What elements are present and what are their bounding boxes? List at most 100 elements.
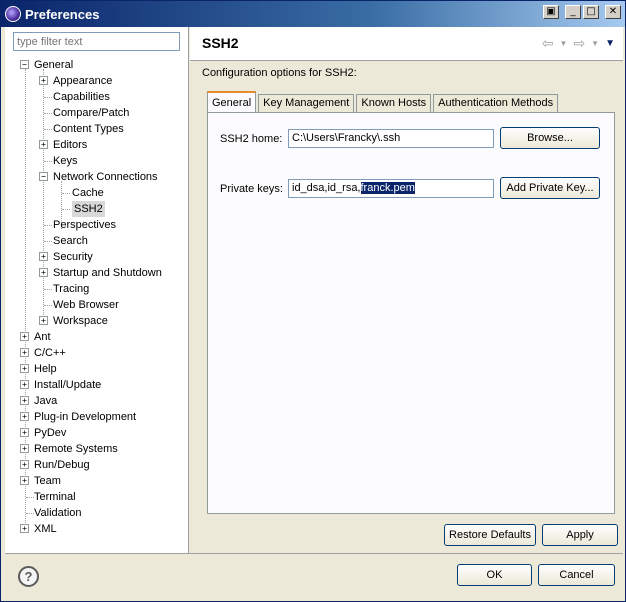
tree-item-xml[interactable]: + XML [5,521,185,537]
tab-general[interactable]: General [207,91,257,113]
tree-item-run-debug[interactable]: + Run/Debug [5,457,185,473]
tab-authentication-methods[interactable]: Authentication Methods [433,94,559,113]
ok-button[interactable]: OK [457,564,532,586]
page-title: SSH2 [202,35,239,51]
expand-icon[interactable]: + [39,252,48,261]
expand-icon[interactable]: + [20,396,29,405]
tree-item-startup-shutdown[interactable]: + Startup and Shutdown [5,265,185,281]
tree-item-web-browser[interactable]: Web Browser [5,297,185,313]
collapse-icon[interactable]: − [39,172,48,181]
expand-icon[interactable]: + [20,332,29,341]
expand-icon[interactable]: + [20,524,29,533]
tree-item-appearance[interactable]: + Appearance [5,73,185,89]
tab-bar: General Key Management Known Hosts Authe… [207,89,560,113]
collapse-icon[interactable]: − [20,60,29,69]
back-arrow-icon[interactable]: ⇦ [542,35,554,52]
preference-tree-panel: − General + Appearance Capabilities Comp… [5,27,189,553]
tree-item-terminal[interactable]: Terminal [5,489,185,505]
tree-item-cpp[interactable]: + C/C++ [5,345,185,361]
page-header: SSH2 ⇦ ▼ ⇨ ▼ ▼ [190,27,623,61]
tree-line [44,225,52,226]
filter-input[interactable] [13,32,180,51]
tree-line [44,241,52,242]
back-dropdown-icon[interactable]: ▼ [560,39,568,52]
expand-icon[interactable]: + [39,268,48,277]
tree-item-cache[interactable]: Cache [5,185,185,201]
tree-item-content-types[interactable]: Content Types [5,121,185,137]
preferences-window: Preferences ▣ _ □ ✕ − General + Appearan… [0,0,626,602]
tree-item-editors[interactable]: + Editors [5,137,185,153]
expand-icon[interactable]: + [39,140,48,149]
browse-button[interactable]: Browse... [500,127,600,149]
cancel-button[interactable]: Cancel [538,564,615,586]
tree-item-tracing[interactable]: Tracing [5,281,185,297]
tree-item-ssh2[interactable]: SSH2 [5,201,185,217]
tree-line [44,289,52,290]
apply-button[interactable]: Apply [542,524,618,546]
add-private-key-button[interactable]: Add Private Key... [500,177,600,199]
tree-item-capabilities[interactable]: Capabilities [5,89,185,105]
tab-key-management[interactable]: Key Management [258,94,355,113]
private-keys-selected-text: franck.pem [360,182,415,194]
expand-icon[interactable]: + [20,428,29,437]
tree-item-team[interactable]: + Team [5,473,185,489]
help-context-icon[interactable]: ▣ [543,5,559,19]
expand-icon[interactable]: + [39,316,48,325]
tree-line [26,513,34,514]
window-title: Preferences [25,6,100,22]
tree-item-workspace[interactable]: + Workspace [5,313,185,329]
view-menu-icon[interactable]: ▼ [605,38,615,52]
expand-icon[interactable]: + [20,380,29,389]
tree-line [44,305,52,306]
private-keys-text: id_dsa,id_rsa, [292,182,361,194]
window-controls: ▣ _ □ ✕ [543,5,621,19]
tree-item-compare-patch[interactable]: Compare/Patch [5,105,185,121]
expand-icon[interactable]: + [20,476,29,485]
tree-line [44,129,52,130]
ssh2-home-label: SSH2 home: [220,133,283,145]
button-bar-separator [5,553,623,554]
title-bar[interactable]: Preferences ▣ _ □ ✕ [1,1,625,27]
general-tab-panel: SSH2 home: C:\Users\Francky\.ssh Browse.… [207,112,615,514]
tree-line [44,161,52,162]
tree-item-ant[interactable]: + Ant [5,329,185,345]
page-navigation: ⇦ ▼ ⇨ ▼ ▼ [542,35,615,52]
forward-arrow-icon[interactable]: ⇨ [573,35,585,52]
eclipse-icon [5,6,21,22]
tree-line [44,97,52,98]
tree-item-remote-systems[interactable]: + Remote Systems [5,441,185,457]
expand-icon[interactable]: + [20,348,29,357]
tree-item-plugin-development[interactable]: + Plug-in Development [5,409,185,425]
help-icon[interactable]: ? [18,566,39,587]
tree-line [62,193,70,194]
forward-dropdown-icon[interactable]: ▼ [591,39,599,52]
maximize-button[interactable]: □ [583,5,599,19]
tree-item-general[interactable]: − General [5,57,185,73]
expand-icon[interactable]: + [20,444,29,453]
page-description: Configuration options for SSH2: [202,67,357,79]
tree-item-search[interactable]: Search [5,233,185,249]
tree-item-install-update[interactable]: + Install/Update [5,377,185,393]
expand-icon[interactable]: + [20,364,29,373]
ssh2-home-input[interactable]: C:\Users\Francky\.ssh [288,129,494,148]
expand-icon[interactable]: + [20,460,29,469]
tree-item-validation[interactable]: Validation [5,505,185,521]
tree-item-pydev[interactable]: + PyDev [5,425,185,441]
tree-item-keys[interactable]: Keys [5,153,185,169]
tab-known-hosts[interactable]: Known Hosts [356,94,432,113]
expand-icon[interactable]: + [20,412,29,421]
minimize-button[interactable]: _ [565,5,581,19]
close-button[interactable]: ✕ [605,5,621,19]
tree-line [44,113,52,114]
tree-item-perspectives[interactable]: Perspectives [5,217,185,233]
private-keys-input[interactable]: id_dsa,id_rsa,franck.pem [288,179,494,198]
tree-item-network-connections[interactable]: − Network Connections [5,169,185,185]
tree-item-java[interactable]: + Java [5,393,185,409]
expand-icon[interactable]: + [39,76,48,85]
private-keys-label: Private keys: [220,183,283,195]
tree-line [26,497,34,498]
tree-line [62,209,70,210]
tree-item-help[interactable]: + Help [5,361,185,377]
restore-defaults-button[interactable]: Restore Defaults [444,524,536,546]
tree-item-security[interactable]: + Security [5,249,185,265]
